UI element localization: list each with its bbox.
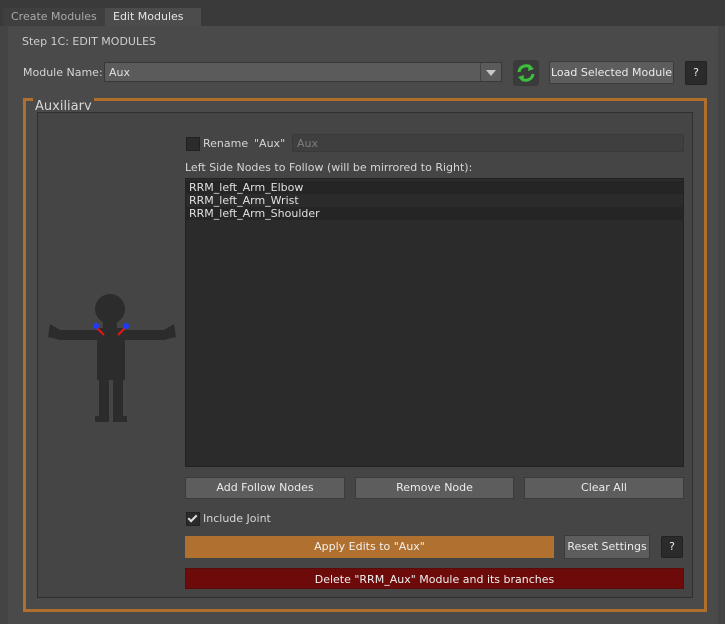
module-name-dropdown[interactable]: Aux xyxy=(104,62,502,82)
tab-bar: Create Modules Edit Modules xyxy=(0,0,725,26)
follow-nodes-list[interactable]: RRM_left_Arm_Elbow RRM_left_Arm_Wrist RR… xyxy=(185,178,684,467)
include-joint-checkbox[interactable] xyxy=(186,512,200,526)
follow-nodes-label: Left Side Nodes to Follow (will be mirro… xyxy=(185,161,473,174)
module-name-label: Module Name: xyxy=(23,66,103,79)
reset-settings-button[interactable]: Reset Settings xyxy=(564,535,650,559)
refresh-icon xyxy=(517,64,535,82)
load-selected-module-button[interactable]: Load Selected Module xyxy=(549,61,674,84)
rename-input-value: Aux xyxy=(297,137,319,150)
remove-node-button[interactable]: Remove Node xyxy=(355,477,514,499)
delete-module-button[interactable]: Delete "RRM_Aux" Module and its branches xyxy=(185,568,684,589)
refresh-button[interactable] xyxy=(513,60,539,86)
rename-input[interactable]: Aux xyxy=(292,134,684,152)
list-item[interactable]: RRM_left_Arm_Shoulder xyxy=(186,207,683,220)
tab-edit-modules[interactable]: Edit Modules xyxy=(105,8,201,26)
rename-label: Rename xyxy=(203,137,249,150)
list-item[interactable]: RRM_left_Arm_Elbow xyxy=(186,181,683,194)
list-item[interactable]: RRM_left_Arm_Wrist xyxy=(186,194,683,207)
add-follow-nodes-button[interactable]: Add Follow Nodes xyxy=(185,477,345,499)
help-button[interactable]: ? xyxy=(661,536,683,558)
include-joint-label: Include Joint xyxy=(203,512,271,525)
apply-edits-button[interactable]: Apply Edits to "Aux" xyxy=(185,536,554,558)
tab-create-modules[interactable]: Create Modules xyxy=(3,8,109,26)
step-title: Step 1C: EDIT MODULES xyxy=(22,35,157,48)
help-button[interactable]: ? xyxy=(685,61,707,85)
clear-all-button[interactable]: Clear All xyxy=(524,477,684,499)
rename-checkbox[interactable] xyxy=(186,137,200,151)
module-name-value: Aux xyxy=(109,66,131,79)
auxiliary-group-title: Auxiliary xyxy=(33,98,94,110)
character-silhouette-icon xyxy=(48,294,176,422)
rename-current-name: "Aux" xyxy=(254,137,286,150)
chevron-down-icon[interactable] xyxy=(480,63,501,81)
